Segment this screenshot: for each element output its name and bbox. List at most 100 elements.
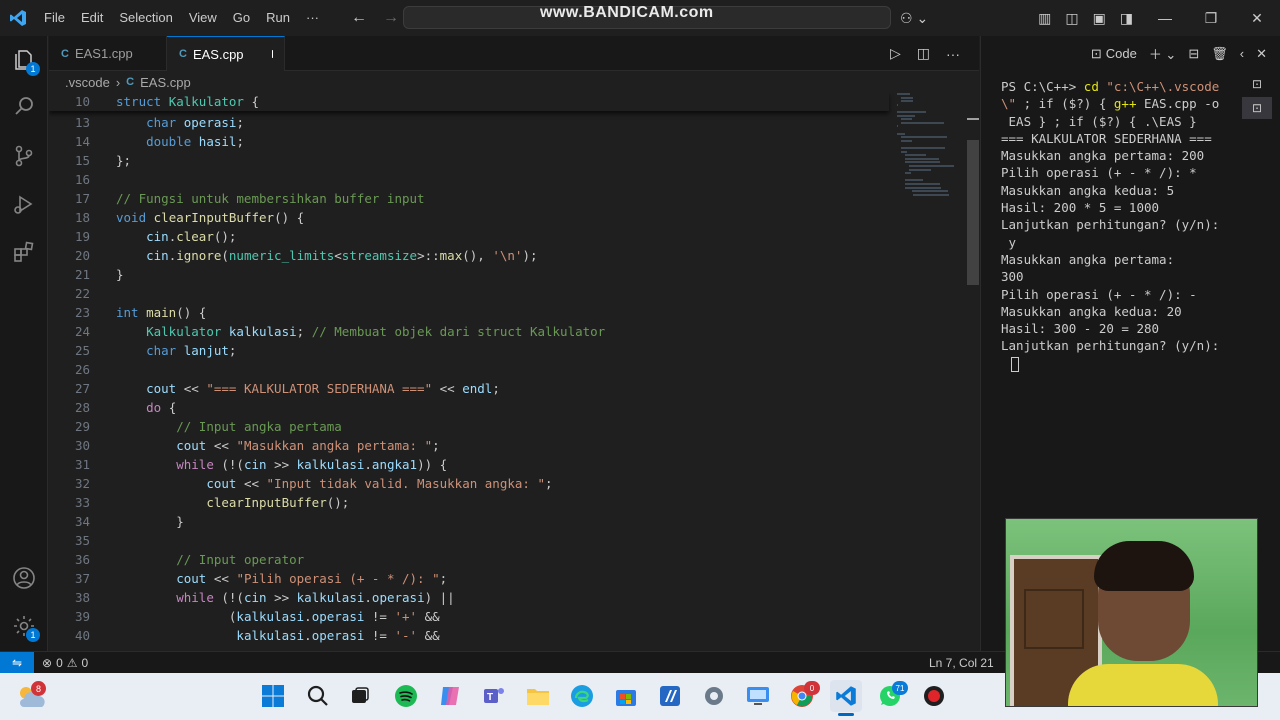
- code-line[interactable]: 25 char lanjut;: [49, 341, 889, 360]
- code-line[interactable]: 16: [49, 170, 889, 189]
- settings-gear-icon[interactable]: 1: [0, 602, 48, 650]
- code-line[interactable]: 27 cout << "=== KALKULATOR SEDERHANA ===…: [49, 379, 889, 398]
- line-number: 36: [74, 552, 90, 567]
- sticky-scroll-line[interactable]: 10 struct Kalkulator {: [49, 93, 889, 111]
- menu-item[interactable]: Run: [258, 0, 298, 36]
- search-icon[interactable]: [302, 680, 334, 712]
- minimap-line: [913, 193, 949, 196]
- recording-watermark: www.BANDICAM.com: [540, 4, 714, 21]
- line-content: while (!(cin >> kalkulasi.operasi) ||: [176, 590, 455, 605]
- extensions-icon[interactable]: [0, 228, 48, 276]
- terminal-list-item-icon[interactable]: ⊡: [1242, 73, 1272, 95]
- minimap-line: [901, 139, 913, 142]
- settings-app-icon[interactable]: [698, 680, 730, 712]
- remote-icon[interactable]: ⇋: [0, 652, 34, 673]
- tab-eas-cpp[interactable]: C EAS.cpp: [167, 36, 285, 71]
- chevron-left-icon[interactable]: ‹: [1240, 46, 1244, 61]
- code-line[interactable]: 32 cout << "Input tidak valid. Masukkan …: [49, 474, 889, 493]
- code-line[interactable]: 33 clearInputBuffer();: [49, 493, 889, 512]
- breadcrumb-folder[interactable]: .vscode: [65, 75, 110, 90]
- terminal-list-item-icon[interactable]: ⊡: [1242, 97, 1272, 119]
- run-file-icon[interactable]: ▷: [890, 45, 901, 62]
- explorer-icon[interactable]: 1: [0, 36, 48, 84]
- close-icon[interactable]: ✕: [1234, 0, 1280, 36]
- breadcrumb-file[interactable]: EAS.cpp: [140, 75, 191, 90]
- file-explorer-icon[interactable]: [522, 680, 554, 712]
- menu-item[interactable]: File: [36, 0, 73, 36]
- cursor-position[interactable]: Ln 7, Col 21: [929, 656, 994, 670]
- toggle-sidebar-icon[interactable]: ◫: [1065, 10, 1078, 27]
- restore-icon[interactable]: ❐: [1188, 0, 1234, 36]
- menu-item[interactable]: Go: [225, 0, 258, 36]
- code-line[interactable]: 17 // Fungsi untuk membersihkan buffer in…: [49, 189, 889, 208]
- back-arrow-icon[interactable]: ←: [351, 9, 367, 27]
- toggle-panel-icon[interactable]: ▣: [1093, 10, 1106, 27]
- code-line[interactable]: 34 }: [49, 512, 889, 531]
- code-editor[interactable]: 10 struct Kalkulator { 13 char operasi; 14 …: [49, 93, 979, 651]
- teams-icon[interactable]: T: [478, 680, 510, 712]
- windows-start-icon[interactable]: [257, 680, 289, 712]
- code-line[interactable]: 31 while (!(cin >> kalkulasi.angka1)) {: [49, 455, 889, 474]
- code-line[interactable]: 26: [49, 360, 889, 379]
- toggle-secondary-sidebar-icon[interactable]: ◨: [1120, 10, 1133, 27]
- toggle-panels-icon[interactable]: ▥: [1038, 10, 1051, 27]
- account-icon[interactable]: [0, 554, 48, 602]
- forward-arrow-icon[interactable]: →: [383, 9, 399, 27]
- code-line[interactable]: 20 cin.ignore(numeric_limits<streamsize>…: [49, 246, 889, 265]
- code-line[interactable]: 14 double hasil;: [49, 132, 889, 151]
- terminal-output[interactable]: PS C:\C++> cd "c:\C++\.vscode \" ; if ($?…: [1001, 78, 1219, 355]
- line-number: 31: [74, 457, 90, 472]
- run-debug-icon[interactable]: [0, 180, 48, 228]
- code-line[interactable]: 36 // Input operator: [49, 550, 889, 569]
- menu-item[interactable]: Edit: [73, 0, 111, 36]
- minimize-icon[interactable]: —: [1142, 0, 1188, 36]
- source-control-icon[interactable]: [0, 132, 48, 180]
- remote-desktop-icon[interactable]: [742, 680, 774, 712]
- code-line[interactable]: 35: [49, 531, 889, 550]
- code-line[interactable]: 18 void clearInputBuffer() {: [49, 208, 889, 227]
- menu-item[interactable]: Selection: [111, 0, 180, 36]
- clipchamp-icon[interactable]: [654, 680, 686, 712]
- bandicam-record-icon[interactable]: [918, 680, 950, 712]
- code-line[interactable]: 22: [49, 284, 889, 303]
- spotify-icon[interactable]: [390, 680, 422, 712]
- problems-indicator[interactable]: ⊗ 0 ⚠ 0: [42, 656, 88, 670]
- code-line[interactable]: 38 while (!(cin >> kalkulasi.operasi) ||: [49, 588, 889, 607]
- line-content: struct Kalkulator {: [116, 94, 260, 109]
- code-line[interactable]: 37 cout << "Pilih operasi (+ - * /): ";: [49, 569, 889, 588]
- code-line[interactable]: 23 int main() {: [49, 303, 889, 322]
- split-terminal-icon[interactable]: ⊟: [1188, 46, 1199, 62]
- code-line[interactable]: 29 // Input angka pertama: [49, 417, 889, 436]
- menu-item[interactable]: ···: [298, 0, 327, 36]
- search-icon[interactable]: [0, 82, 48, 130]
- code-line[interactable]: 21}: [49, 265, 889, 284]
- vscode-taskbar-icon[interactable]: [830, 680, 862, 712]
- more-actions-icon[interactable]: ···: [946, 46, 960, 62]
- line-content: void clearInputBuffer() {: [116, 210, 305, 225]
- menu-item[interactable]: View: [181, 0, 225, 36]
- copilot-app-icon[interactable]: [434, 680, 466, 712]
- editor-scrollbar[interactable]: [967, 140, 979, 285]
- code-line[interactable]: 30 cout << "Masukkan angka pertama: ";: [49, 436, 889, 455]
- edge-icon[interactable]: [566, 680, 598, 712]
- code-line[interactable]: 28 do {: [49, 398, 889, 417]
- tab-eas1-cpp[interactable]: C EAS1.cpp: [49, 36, 167, 71]
- copilot-icon[interactable]: ⚇ ⌄: [900, 10, 928, 27]
- terminal-name[interactable]: Code: [1106, 46, 1137, 61]
- code-line[interactable]: 15};: [49, 151, 889, 170]
- minimap[interactable]: [897, 93, 957, 213]
- code-line[interactable]: 39 (kalkulasi.operasi != '+' &&: [49, 607, 889, 626]
- close-panel-icon[interactable]: ✕: [1256, 46, 1267, 62]
- store-icon[interactable]: [610, 680, 642, 712]
- task-view-icon[interactable]: [344, 680, 376, 712]
- split-editor-icon[interactable]: ◫: [917, 45, 930, 62]
- chrome-badge: 0: [804, 681, 820, 695]
- code-line[interactable]: 40 kalkulasi.operasi != '-' &&: [49, 626, 889, 645]
- terminal-cursor: [1011, 357, 1019, 372]
- code-line[interactable]: 24 Kalkulator kalkulasi; // Membuat obje…: [49, 322, 889, 341]
- trash-icon[interactable]: 🗑: [1211, 46, 1228, 62]
- code-line[interactable]: 19 cin.clear();: [49, 227, 889, 246]
- line-number: 15: [74, 153, 90, 168]
- code-line[interactable]: 13 char operasi;: [49, 113, 889, 132]
- new-terminal-icon[interactable]: ＋ ⌄: [1149, 44, 1177, 63]
